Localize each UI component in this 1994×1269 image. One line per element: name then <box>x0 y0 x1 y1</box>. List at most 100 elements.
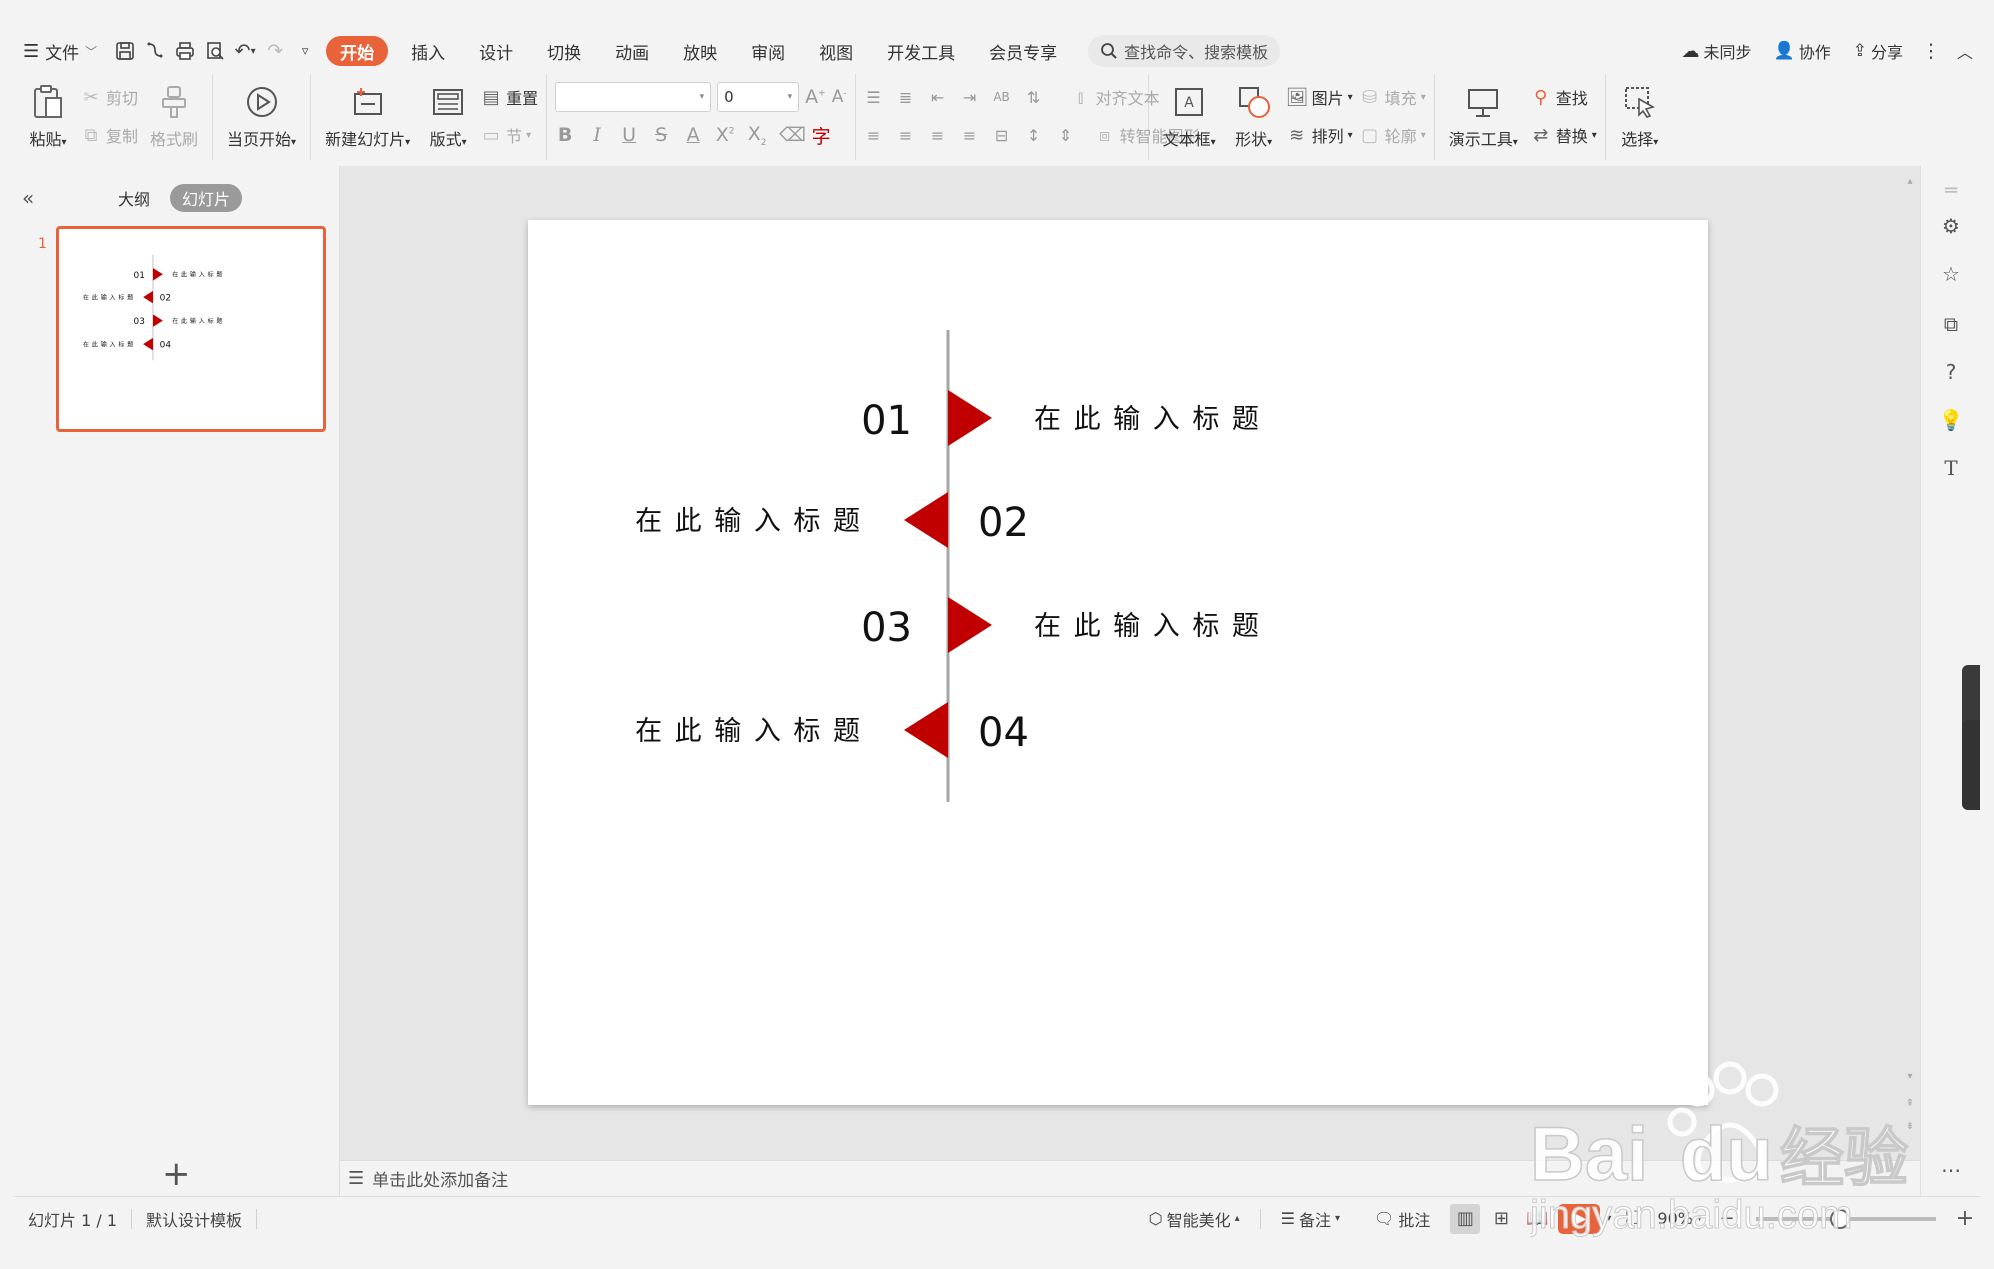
thumb-timeline-number-1[interactable]: 01 <box>134 271 145 281</box>
line-sort-icon[interactable]: ⇅ <box>1024 88 1044 107</box>
superscript-icon[interactable]: X2 <box>715 124 735 146</box>
timeline-title-4[interactable]: 在 此 输 入 标 题 <box>635 716 862 747</box>
text-tool-icon[interactable]: T <box>1937 454 1965 482</box>
timeline-marker-3[interactable] <box>948 597 992 653</box>
align-right-icon[interactable]: ≡ <box>928 126 948 145</box>
collaborate-button[interactable]: 👤 协作 <box>1765 35 1840 67</box>
strikethrough-icon[interactable]: S <box>651 124 671 146</box>
timeline-title-2[interactable]: 在 此 输 入 标 题 <box>635 506 862 537</box>
outline-button[interactable]: ▢ 轮廓 ▾ <box>1359 120 1426 150</box>
tab-home[interactable]: 开始 <box>326 36 389 66</box>
align-left-icon[interactable]: ≡ <box>864 126 884 145</box>
timeline-number-2[interactable]: 02 <box>978 500 1029 546</box>
new-slide-button[interactable]: 新建幻灯片▾ <box>319 78 416 154</box>
tab-animations[interactable]: 动画 <box>598 35 666 67</box>
line-spacing-icon[interactable]: ↕ <box>1024 126 1044 145</box>
justify-icon[interactable]: ≡ <box>960 126 980 145</box>
undo-icon[interactable]: ↶ ▾ <box>230 36 260 66</box>
notes-bar[interactable]: ☰ 单击此处添加备注 <box>340 1160 1920 1196</box>
play-from-current-button[interactable]: 当页开始▾ <box>221 78 302 154</box>
slide-canvas[interactable]: 01 在 此 输 入 标 题 02 在 此 输 入 标 题 03 在 此 输 入 标 题 0… <box>528 220 1708 1105</box>
timeline-marker-2[interactable] <box>904 492 948 548</box>
align-center-icon[interactable]: ≡ <box>896 126 916 145</box>
format-painter-button[interactable]: 格式刷 <box>144 78 204 154</box>
decrease-indent-icon[interactable]: ⇤ <box>928 88 948 107</box>
tab-design[interactable]: 设计 <box>462 35 530 67</box>
reading-view-icon[interactable]: 📖 <box>1522 1204 1552 1234</box>
distribute-icon[interactable]: ⊟ <box>992 126 1012 145</box>
zoom-slider-knob[interactable] <box>1830 1208 1850 1229</box>
reset-button[interactable]: ▤ 重置 <box>480 82 539 112</box>
font-size-combo[interactable]: 0 ▾ <box>717 82 800 112</box>
eraser-icon[interactable]: ⌫ <box>779 124 806 146</box>
template-name[interactable]: 默认设计模板 <box>132 1207 256 1231</box>
lightbulb-icon[interactable]: 💡 <box>1937 406 1965 434</box>
timeline-number-1[interactable]: 01 <box>861 398 912 444</box>
scroll-page-down-icon[interactable]: ⇟ <box>1905 1121 1915 1132</box>
tab-review[interactable]: 审阅 <box>734 35 802 67</box>
subscript-icon[interactable]: X2 <box>747 123 767 148</box>
find-button[interactable]: ⚲ 查找 <box>1530 82 1597 112</box>
favorite-star-icon[interactable]: ☆ <box>1937 260 1965 288</box>
bold-icon[interactable]: B <box>555 124 575 146</box>
scroll-page-up-icon[interactable]: ⇞ <box>1905 1098 1915 1109</box>
tab-transitions[interactable]: 切换 <box>530 35 598 67</box>
smart-beautify-button[interactable]: ⬡ 智能美化 ▴ <box>1135 1207 1254 1231</box>
timeline-marker-1[interactable] <box>948 390 992 446</box>
tab-view[interactable]: 视图 <box>802 35 870 67</box>
zoom-in-icon[interactable]: + <box>1950 1204 1980 1234</box>
timeline-number-3[interactable]: 03 <box>861 605 912 651</box>
bullet-list-icon[interactable]: ☰ <box>864 88 884 107</box>
play-slideshow-icon[interactable]: ▶ <box>1558 1203 1601 1234</box>
font-name-combo[interactable]: ▾ <box>555 82 712 112</box>
timeline-number-4[interactable]: 04 <box>978 710 1029 756</box>
thumb-timeline-title-1[interactable]: 在 此 输 入 标 题 <box>172 271 223 279</box>
sync-status-button[interactable]: ☁ 未同步 <box>1673 35 1761 67</box>
tab-outline[interactable]: 大纲 <box>106 184 162 212</box>
decrease-font-icon[interactable]: A- <box>832 87 847 107</box>
smartart-button[interactable]: ⧈ 转智能图形 <box>1094 120 1200 150</box>
textbox-button[interactable]: A 文本框▾ <box>1157 78 1222 154</box>
timeline-title-3[interactable]: 在 此 输 入 标 题 <box>1034 611 1261 642</box>
picture-button[interactable]: 🖼 图片 ▾ <box>1286 82 1353 112</box>
section-button[interactable]: ▭ 节 ▾ <box>480 120 538 150</box>
slide-sorter-icon[interactable]: ⊞ <box>1486 1204 1516 1234</box>
replace-button[interactable]: ⇄ 替换 ▾ <box>1530 120 1597 150</box>
underline-icon[interactable]: U <box>619 124 639 146</box>
help-icon[interactable]: ? <box>1937 358 1965 386</box>
print-icon[interactable] <box>170 36 200 66</box>
tab-slides[interactable]: 幻灯片 <box>170 184 243 212</box>
timeline-title-1[interactable]: 在 此 输 入 标 题 <box>1034 404 1261 435</box>
notes-toggle-button[interactable]: ☰ 备注 ▾ <box>1267 1207 1354 1231</box>
thumb-timeline-title-2[interactable]: 在 此 输 入 标 题 <box>83 293 134 301</box>
fit-window-icon[interactable]: ⛶ <box>1617 1204 1647 1234</box>
slide-thumbnail[interactable]: 01 在 此 输 入 标 题 02 在 此 输 入 标 题 03 在 此 输 入 标 题 0… <box>56 226 326 432</box>
timeline-marker-4[interactable] <box>904 702 948 758</box>
tab-slideshow[interactable]: 放映 <box>666 35 734 67</box>
scroll-up-icon[interactable]: ▴ <box>1905 176 1915 187</box>
save-icon[interactable] <box>110 36 140 66</box>
command-search[interactable]: 查找命令、搜索模板 <box>1088 35 1281 67</box>
phonetic-icon[interactable]: 字 <box>811 122 831 149</box>
fill-button[interactable]: ⛁ 填充 ▾ <box>1359 82 1426 112</box>
cut-button[interactable]: ✂ 剪切 <box>80 82 138 112</box>
share-button[interactable]: ⇪ 分享 <box>1844 35 1912 67</box>
presentation-tools-button[interactable]: 演示工具▾ <box>1443 78 1524 154</box>
zoom-out-icon[interactable]: − <box>1712 1204 1742 1234</box>
tab-membership[interactable]: 会员专享 <box>972 35 1074 67</box>
layout-button[interactable]: 版式▾ <box>422 78 474 154</box>
scroll-prev-slide-icon[interactable]: ▾ <box>1905 1071 1915 1082</box>
more-options-icon[interactable]: ⋮ <box>1916 36 1946 66</box>
normal-view-icon[interactable]: ▥ <box>1450 1203 1481 1234</box>
thumb-timeline-marker-3[interactable] <box>152 314 163 327</box>
chevron-down-icon[interactable]: ▾ <box>1606 1213 1611 1224</box>
tab-developer[interactable]: 开发工具 <box>870 35 972 67</box>
redo-icon[interactable]: ↷ <box>260 36 290 66</box>
increase-indent-icon[interactable]: ⇥ <box>960 88 980 107</box>
font-color-icon[interactable]: A <box>683 124 703 146</box>
copy-button[interactable]: ⧉ 复制 <box>80 120 138 150</box>
more-icon[interactable]: ⋯ <box>1937 1156 1965 1184</box>
zoom-slider[interactable] <box>1756 1208 1936 1229</box>
thumb-timeline-marker-1[interactable] <box>152 268 163 281</box>
thumb-timeline-number-2[interactable]: 02 <box>160 294 171 304</box>
